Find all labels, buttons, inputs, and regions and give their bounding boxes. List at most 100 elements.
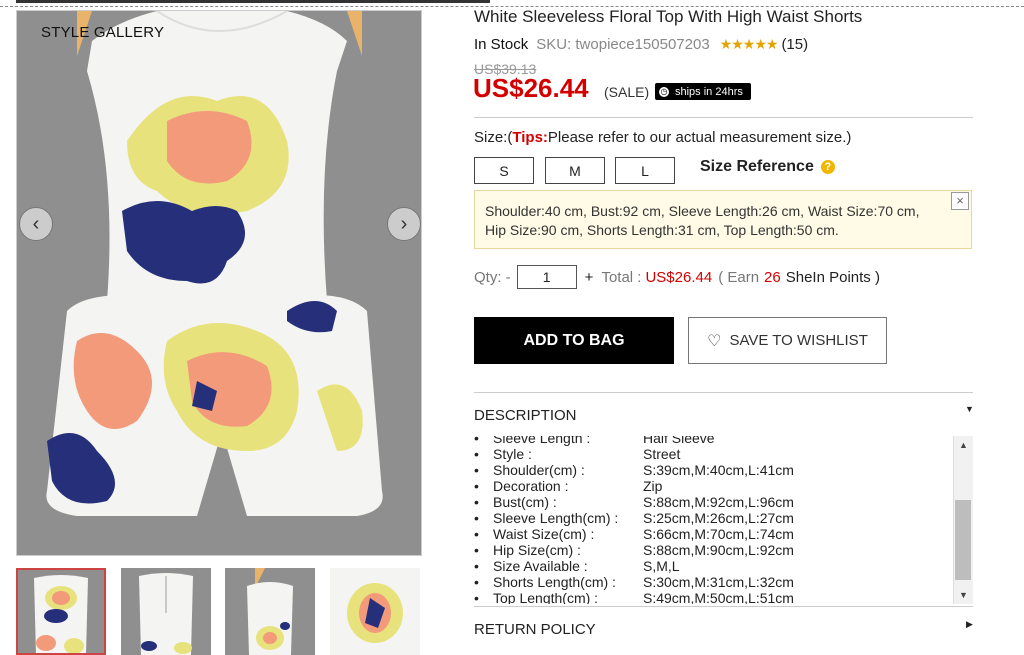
description-header[interactable]: DESCRIPTION [474,407,577,424]
bullet-icon: • [474,478,479,494]
caret-right-icon[interactable]: ▶ [966,619,973,630]
description-key: Shoulder(cm) : [493,462,585,478]
bullet-icon: • [474,574,479,590]
size-option-l[interactable]: L [615,157,675,184]
bullet-icon: • [474,526,479,542]
stock-row: In Stock SKU: twopiece150507203 ★★★★★ (1… [474,36,808,53]
divider [474,117,973,118]
description-key: Bust(cm) : [493,494,557,510]
description-item: • Sleeve Length : Half Sleeve [474,436,794,446]
description-key: Decoration : [493,478,569,494]
description-list[interactable]: • Sleeve Length : Half Sleeve • Style : Stree… [474,436,954,604]
quantity-row: Qty: - 1 + Total : US$26.44 ( Earn 26 Sh… [474,265,880,289]
description-value: S:66cm,M:70cm,L:74cm [643,526,794,542]
bullet-icon: • [474,558,479,574]
rating-stars-icon[interactable]: ★★★★★ [720,36,779,53]
tips-text: Please refer to our actual measurement s… [547,129,852,146]
wishlist-label: SAVE TO WISHLIST [729,332,868,349]
total-label: Total : [601,268,642,286]
points-value: 26 [764,268,781,286]
measurement-box: Shoulder:40 cm, Bust:92 cm, Sleeve Lengt… [474,190,972,249]
description-value: S:88cm,M:90cm,L:92cm [643,542,794,558]
description-item: • Hip Size(cm) : S:88cm,M:90cm,L:92cm [474,542,794,558]
thumbnail-image [121,568,211,655]
gallery-prev-button[interactable]: ‹ [19,207,53,241]
bullet-icon: • [474,510,479,526]
description-key: Style : [493,446,532,462]
product-image-gallery[interactable]: STYLE GALLERY ‹ › [16,10,422,556]
scroll-up-icon[interactable]: ▲ [959,440,968,450]
bullet-icon: • [474,462,479,478]
caret-down-icon[interactable]: ▼ [965,404,974,414]
thumbnail-1[interactable] [16,568,106,655]
description-item: • Shorts Length(cm) : S:30cm,M:31cm,L:32cm [474,574,794,590]
review-count[interactable]: (15) [781,36,808,53]
heart-icon: ♡ [707,332,722,350]
measurement-text: Shoulder:40 cm, Bust:92 cm, Sleeve Lengt… [485,203,920,238]
return-policy-header[interactable]: RETURN POLICY [474,621,596,638]
gallery-next-button[interactable]: › [387,207,421,241]
thumbnail-image [225,568,315,655]
description-key: Top Length(cm) : [493,590,599,604]
sale-tag: (SALE) [604,84,650,100]
description-key: Size Available : [493,558,588,574]
quantity-input[interactable]: 1 [516,265,577,289]
thumbnail-4[interactable] [330,568,420,655]
close-icon[interactable]: × [951,192,969,210]
description-item: • Waist Size(cm) : S:66cm,M:70cm,L:74cm [474,526,794,542]
clock-icon: ◷ [659,86,669,97]
description-value: S:88cm,M:92cm,L:96cm [643,494,794,510]
size-reference-link[interactable]: Size Reference ? [700,158,835,176]
description-value: S:39cm,M:40cm,L:41cm [643,462,794,478]
chevron-left-icon: ‹ [32,212,40,235]
description-value: S:30cm,M:31cm,L:32cm [643,574,794,590]
description-value: Street [643,446,681,462]
size-option-m[interactable]: M [545,157,605,184]
description-value: S:25cm,M:26cm,L:27cm [643,510,794,526]
description-scrollbar[interactable]: ▲ ▼ [953,436,973,604]
thumbnail-image [16,568,106,655]
description-value: Half Sleeve [643,436,715,446]
help-icon[interactable]: ? [820,160,835,174]
product-main-image [17,11,421,555]
scroll-down-icon[interactable]: ▼ [959,590,968,600]
description-key: Sleeve Length : [493,436,591,446]
description-item: • Style : Street [474,446,794,462]
save-to-wishlist-button[interactable]: ♡ SAVE TO WISHLIST [688,317,887,364]
qty-label[interactable]: Qty: - [474,269,511,286]
thumbnail-strip [16,568,422,655]
bullet-icon: • [474,446,479,462]
bullet-icon: • [474,590,479,604]
bullet-icon: • [474,542,479,558]
sku-text: SKU: twopiece150507203 [536,36,710,53]
description-item: • Shoulder(cm) : S:39cm,M:40cm,L:41cm [474,462,794,478]
bullet-icon: • [474,436,479,446]
description-item: • Size Available : S,M,L [474,558,794,574]
thumbnail-2[interactable] [121,568,211,655]
qty-increment-button[interactable]: + [585,269,594,286]
scrollbar-thumb[interactable] [955,500,971,580]
description-key: Hip Size(cm) : [493,542,581,558]
description-key: Waist Size(cm) : [493,526,595,542]
size-option-s[interactable]: S [474,157,534,184]
ships-text: ships in 24hrs [675,85,743,98]
description-item: • Bust(cm) : S:88cm,M:92cm,L:96cm [474,494,794,510]
description-value: S,M,L [643,558,680,574]
size-tip-row: Size:(Tips:Please refer to our actual me… [474,129,851,146]
thumbnail-3[interactable] [225,568,315,655]
description-key: Sleeve Length(cm) : [493,510,619,526]
bullet-icon: • [474,494,479,510]
add-to-bag-button[interactable]: ADD TO BAG [474,317,674,364]
description-item: • Sleeve Length(cm) : S:25cm,M:26cm,L:27cm [474,510,794,526]
earn-prefix: ( Earn [718,268,760,286]
description-item: • Decoration : Zip [474,478,794,494]
thumbnail-image [330,568,420,655]
divider [474,606,973,607]
description-value: S:49cm,M:50cm,L:51cm [643,590,794,604]
sale-price: US$26.44 [473,73,589,103]
chevron-right-icon: › [400,212,408,235]
total-value: US$26.44 [645,268,713,286]
earn-suffix: SheIn Points ) [785,268,880,286]
top-accent-bar [16,0,490,3]
size-reference-label: Size Reference [700,158,814,175]
